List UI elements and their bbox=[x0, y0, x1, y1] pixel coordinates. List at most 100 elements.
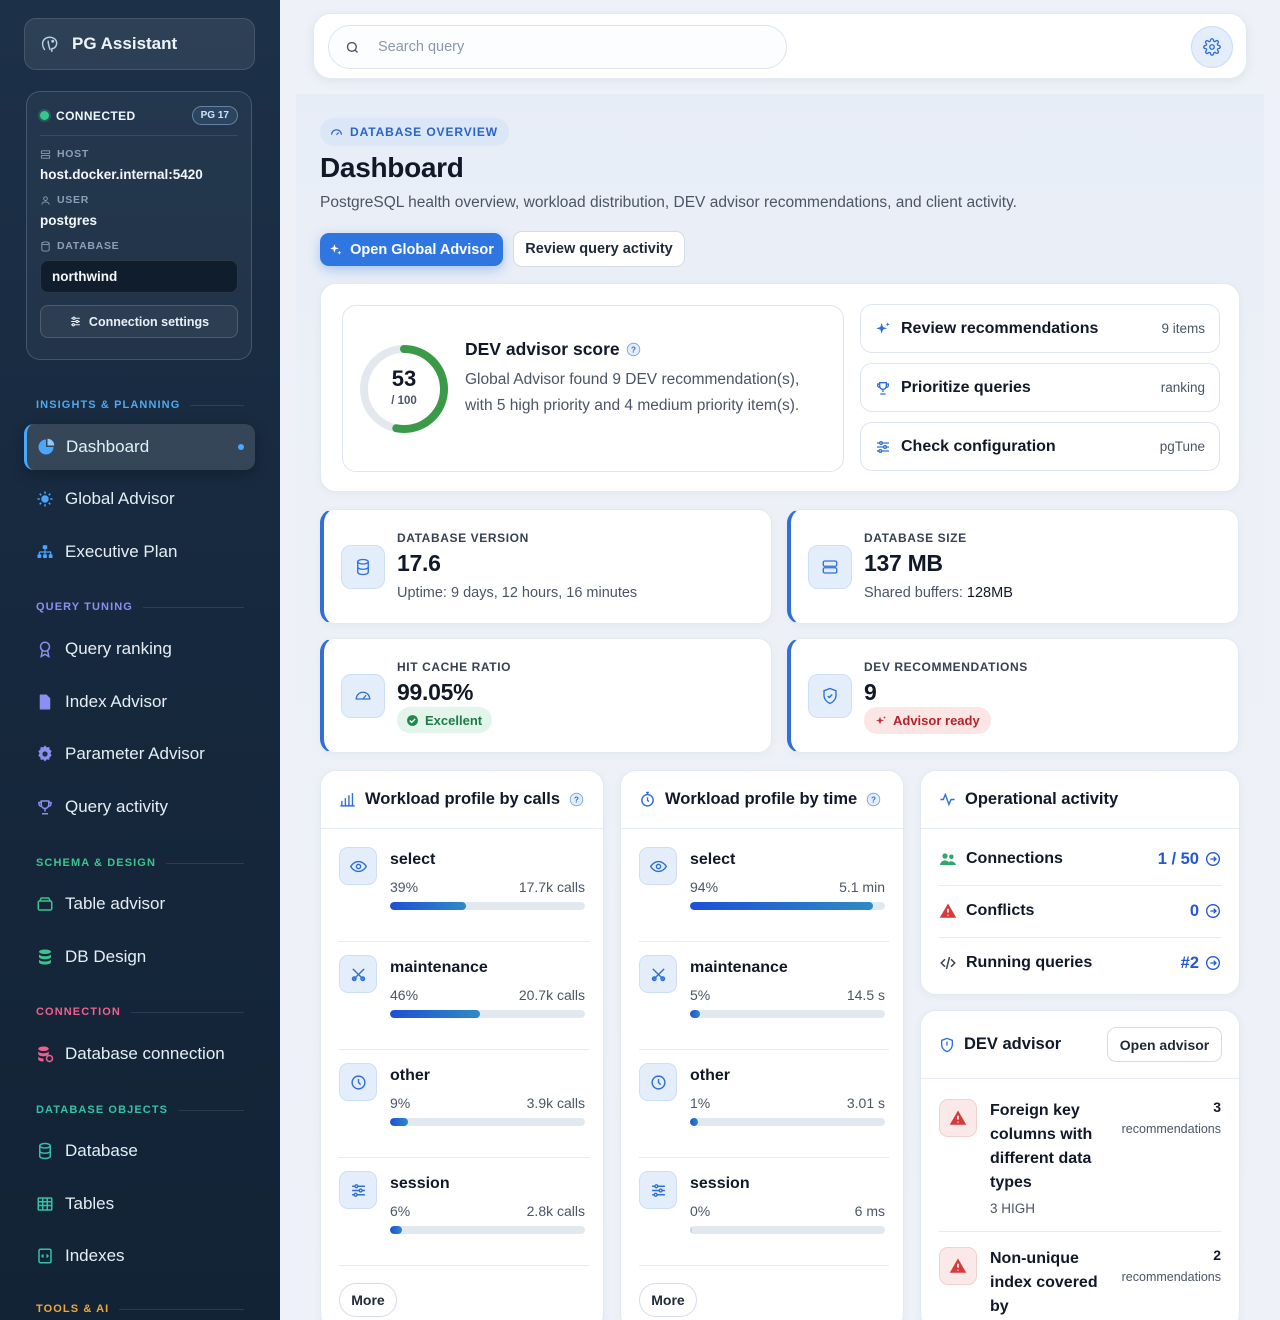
cog-icon bbox=[38, 745, 52, 762]
workload-progress-fill bbox=[390, 1010, 480, 1018]
connections-value: 1 / 50 bbox=[1157, 849, 1199, 868]
shield-icon bbox=[941, 1037, 953, 1052]
workload-item-select[interactable]: select 39% 17.7k calls bbox=[339, 847, 585, 955]
top-bar: Search query bbox=[313, 13, 1247, 79]
sidebar-item-db-design[interactable]: DB Design bbox=[24, 934, 255, 980]
database-select[interactable]: northwind bbox=[40, 260, 238, 293]
sidebar-item-index-advisor[interactable]: Index Advisor bbox=[24, 679, 255, 725]
workload-value: 17.7k calls bbox=[518, 879, 585, 895]
advisor-item-count-label: recommendations bbox=[1121, 1122, 1221, 1136]
sidebar: PG Assistant CONNECTED PG 17 HOST host.d… bbox=[0, 0, 280, 1320]
search-input[interactable]: Search query bbox=[328, 25, 787, 69]
sidebar-item-executive-plan[interactable]: Executive Plan bbox=[24, 529, 255, 575]
advisor-item[interactable]: Non-unique index covered by 2 recommenda… bbox=[939, 1247, 1221, 1320]
warning-triangle-icon bbox=[939, 1099, 977, 1137]
more-button[interactable]: More bbox=[639, 1283, 697, 1317]
clock-icon bbox=[639, 1063, 677, 1101]
warning-triangle-icon bbox=[939, 1247, 977, 1285]
workload-item-session[interactable]: session 6% 2.8k calls bbox=[339, 1171, 585, 1279]
sidebar-item-label: Parameter Advisor bbox=[65, 744, 205, 763]
kpi-value: 137 MB bbox=[864, 550, 943, 576]
workload-progress-bar bbox=[690, 902, 885, 910]
conflicts-row[interactable]: Conflicts 0 bbox=[939, 885, 1221, 937]
user-value: postgres bbox=[40, 213, 98, 228]
score-max: / 100 bbox=[391, 395, 417, 407]
sidebar-item-query-ranking[interactable]: Query ranking bbox=[24, 626, 255, 672]
workload-value: 5.1 min bbox=[839, 879, 885, 895]
section-tools: TOOLS & AI bbox=[36, 1303, 244, 1315]
settings-button[interactable] bbox=[1191, 26, 1233, 68]
workload-progress-fill bbox=[390, 1226, 402, 1234]
review-recommendations-action[interactable]: Review recommendations 9 items bbox=[860, 304, 1220, 353]
search-icon bbox=[346, 41, 358, 53]
advisor-item[interactable]: Foreign key columns with different data … bbox=[939, 1099, 1221, 1229]
sidebar-item-tables[interactable]: Tables bbox=[24, 1181, 255, 1227]
connections-row[interactable]: Connections 1 / 50 bbox=[939, 833, 1221, 885]
page-title: Dashboard bbox=[320, 152, 464, 183]
panel-header: Workload profile by time ? bbox=[621, 771, 903, 829]
sidebar-item-label: Database bbox=[65, 1141, 138, 1160]
kpi-database-size: DATABASE SIZE 137 MB Shared buffers: 128… bbox=[787, 509, 1239, 624]
table-grid-icon bbox=[37, 1197, 53, 1211]
workload-percent: 46% bbox=[390, 987, 419, 1003]
shield-icon bbox=[808, 674, 852, 718]
workload-name: session bbox=[690, 1175, 750, 1192]
section-eyebrow: DATABASE OVERVIEW bbox=[320, 118, 509, 146]
document-icon bbox=[39, 694, 51, 710]
sidebar-item-query-activity[interactable]: Query activity bbox=[24, 784, 255, 830]
open-global-advisor-button[interactable]: Open Global Advisor bbox=[320, 233, 503, 266]
help-icon[interactable]: ? bbox=[866, 792, 881, 807]
workload-progress-bar bbox=[690, 1226, 885, 1234]
section-connection: CONNECTION bbox=[36, 1006, 244, 1018]
sparkle-icon bbox=[330, 244, 342, 255]
kpi-label: HIT CACHE RATIO bbox=[397, 660, 512, 674]
sidebar-item-label: Dashboard bbox=[66, 437, 150, 456]
workload-item-maintenance[interactable]: maintenance 46% 20.7k calls bbox=[339, 955, 585, 1063]
sidebar-item-parameter-advisor[interactable]: Parameter Advisor bbox=[24, 731, 255, 777]
status-badge: Advisor ready bbox=[864, 707, 991, 734]
sidebar-item-indexes[interactable]: Indexes bbox=[24, 1233, 255, 1279]
tools-icon bbox=[339, 955, 377, 993]
user-icon bbox=[41, 195, 50, 205]
workload-item-session[interactable]: session 0% 6 ms bbox=[639, 1171, 885, 1279]
workload-name: maintenance bbox=[390, 959, 488, 976]
open-advisor-button[interactable]: Open advisor bbox=[1107, 1027, 1222, 1062]
gear-icon bbox=[1203, 38, 1221, 56]
advisor-item-count-label: recommendations bbox=[1121, 1270, 1221, 1284]
workload-progress-bar bbox=[390, 1010, 585, 1018]
workload-item-select[interactable]: select 94% 5.1 min bbox=[639, 847, 885, 955]
app-brand[interactable]: PG Assistant bbox=[24, 18, 255, 70]
connection-settings-button[interactable]: Connection settings bbox=[40, 305, 238, 338]
workload-progress-bar bbox=[390, 1226, 585, 1234]
archive-icon bbox=[37, 897, 53, 911]
workload-progress-bar bbox=[390, 1118, 585, 1126]
more-button[interactable]: More bbox=[339, 1283, 397, 1317]
help-icon[interactable]: ? bbox=[569, 792, 584, 807]
sliders-icon bbox=[71, 316, 80, 327]
sidebar-item-global-advisor[interactable]: Global Advisor bbox=[24, 476, 255, 522]
database-icon bbox=[39, 1142, 51, 1160]
sidebar-item-table-advisor[interactable]: Table advisor bbox=[24, 881, 255, 927]
check-configuration-action[interactable]: Check configuration pgTune bbox=[860, 422, 1220, 471]
sidebar-item-label: DB Design bbox=[65, 947, 147, 966]
search-placeholder: Search query bbox=[378, 39, 465, 55]
status-dot-icon bbox=[40, 111, 49, 120]
database-small-icon bbox=[41, 240, 50, 252]
workload-item-other[interactable]: other 9% 3.9k calls bbox=[339, 1063, 585, 1171]
user-label: USER bbox=[40, 194, 238, 206]
review-query-activity-button[interactable]: Review query activity bbox=[513, 231, 685, 267]
workload-value: 14.5 s bbox=[846, 987, 885, 1003]
sparkle-icon bbox=[876, 715, 886, 724]
workload-item-other[interactable]: other 1% 3.01 s bbox=[639, 1063, 885, 1171]
divider bbox=[339, 1265, 589, 1266]
kpi-database-version: DATABASE VERSION 17.6 Uptime: 9 days, 12… bbox=[320, 509, 772, 624]
sidebar-item-database[interactable]: Database bbox=[24, 1128, 255, 1174]
prioritize-queries-action[interactable]: Prioritize queries ranking bbox=[860, 363, 1220, 412]
dev-advisor-panel: DEV advisor Open advisor Foreign key col… bbox=[920, 1010, 1240, 1320]
workload-item-maintenance[interactable]: maintenance 5% 14.5 s bbox=[639, 955, 885, 1063]
sidebar-item-dashboard[interactable]: Dashboard bbox=[24, 424, 255, 470]
help-icon[interactable]: ? bbox=[626, 342, 641, 357]
panel-header: Operational activity bbox=[921, 771, 1239, 829]
sidebar-item-database-connection[interactable]: Database connection bbox=[24, 1031, 255, 1077]
running-queries-row[interactable]: Running queries #2 bbox=[939, 937, 1221, 989]
